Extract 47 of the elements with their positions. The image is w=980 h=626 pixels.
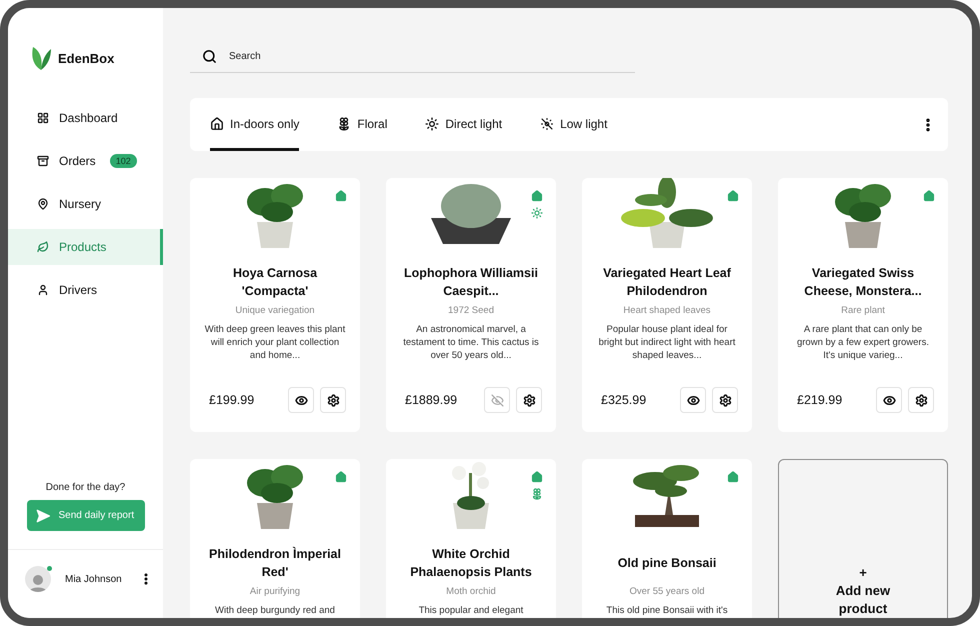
product-name: Philodendron Ìmperial Red' — [208, 546, 342, 581]
nav-item[interactable]: Products — [8, 229, 163, 265]
filter-tab[interactable]: Direct light — [425, 98, 502, 151]
filter-tab[interactable]: Floral — [337, 98, 388, 151]
product-subtitle: Heart shaped leaves — [623, 305, 711, 316]
filter-tab[interactable]: In-doors only — [210, 98, 300, 151]
product-subtitle: Unique variegation — [235, 305, 315, 316]
user-name: Mia Johnson — [65, 574, 123, 584]
nav-label: Drivers — [59, 283, 97, 297]
product-description: Popular house plant ideal for bright but indirect light with heart shaped leaves... — [598, 323, 736, 362]
plus-sign: + — [859, 564, 867, 582]
product-description: With deep burgundy red and — [215, 604, 335, 618]
product-subtitle: Rare plant — [841, 305, 885, 316]
count-badge: 102 — [110, 154, 137, 168]
nav-label: Products — [59, 240, 106, 254]
nav-label: Dashboard — [59, 111, 118, 125]
product-description: With deep green leaves this plant will enrich your plant collection and home... — [204, 323, 346, 362]
search-field[interactable]: Search — [227, 50, 623, 62]
product-price: £1889.99 — [405, 393, 458, 407]
product-subtitle: Over 55 years old — [630, 586, 704, 597]
product-subtitle: 1972 Seed — [448, 305, 494, 316]
product-description: An astronomical marvel, a testament to time. This cactus is over 50 years old... — [402, 323, 540, 362]
product-name: White Orchid Phalaenopsis Plants — [409, 546, 533, 581]
product-subtitle: Moth orchid — [446, 586, 496, 597]
nav-item[interactable]: Drivers — [8, 272, 163, 308]
product-subtitle: Air purifying — [250, 586, 300, 597]
nav-label: Orders — [59, 154, 96, 168]
product-description: This popular and elegant — [418, 604, 524, 618]
brand-name: EdenBox — [58, 50, 114, 66]
product-name: Old pine Bonsaii — [618, 555, 716, 572]
product-name: Lophophora Williamsii Caespit... — [403, 265, 539, 300]
product-price: £325.99 — [601, 393, 648, 407]
product-name: Variegated Swiss Cheese, Monstera... — [803, 265, 923, 300]
nav-label: Nursery — [59, 197, 102, 211]
nav-item[interactable]: Dashboard — [8, 100, 163, 136]
product-price: £219.99 — [797, 393, 844, 407]
nav-item[interactable]: Nursery — [8, 186, 163, 222]
add-label: Add new product — [834, 582, 892, 618]
nav-item[interactable]: Orders 102 — [8, 143, 163, 179]
filter-tab[interactable]: Low light — [540, 98, 608, 151]
product-description: This old pine Bonsaii with it's — [606, 604, 728, 618]
report-prompt: Done for the day? — [46, 482, 126, 493]
product-price: £199.99 — [209, 393, 256, 407]
product-description: A rare plant that can only be grown by a few expert growers. It's unique varieg... — [796, 323, 930, 362]
add-product-button[interactable]: + Add new product — [778, 459, 948, 618]
product-name: Hoya Carnosa 'Compacta' — [232, 265, 318, 300]
product-name: Variegated Heart Leaf Philodendron — [602, 265, 732, 300]
